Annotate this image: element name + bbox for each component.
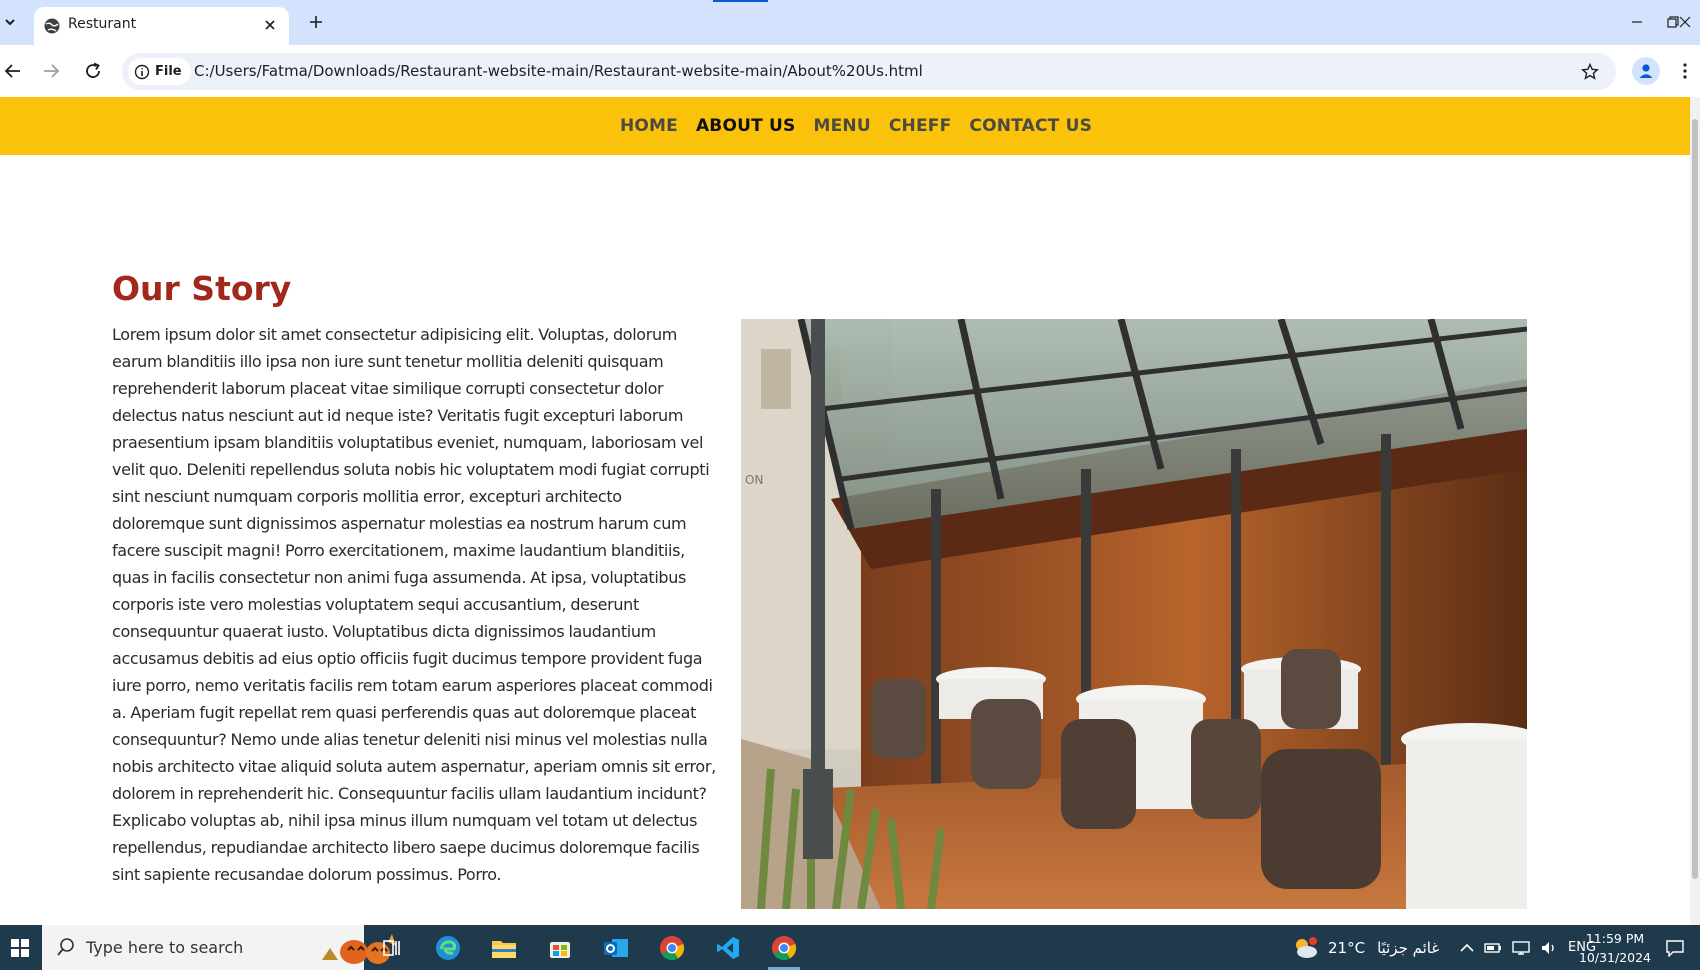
taskbar-chrome-active[interactable]	[760, 925, 808, 970]
person-icon	[1639, 64, 1653, 78]
tab-strip: Resturant	[0, 0, 1700, 45]
store-icon	[550, 941, 570, 958]
clock-time: 11:59 PM	[1585, 931, 1645, 946]
browser-toolbar: File C:/Users/Fatma/Downloads/Restaurant…	[0, 45, 1700, 97]
site-navbar: HOME ABOUT US MENU CHEFF CONTACT US	[0, 97, 1690, 155]
url-text[interactable]: C:/Users/Fatma/Downloads/Restaurant-webs…	[194, 62, 923, 80]
new-tab-button[interactable]	[305, 11, 327, 33]
address-bar[interactable]: File C:/Users/Fatma/Downloads/Restaurant…	[122, 53, 1616, 90]
arrow-left-icon	[4, 64, 20, 78]
chrome-icon	[772, 935, 797, 960]
arrow-right-icon	[44, 64, 60, 78]
taskbar-edge[interactable]	[424, 925, 472, 970]
search-icon	[57, 938, 74, 956]
nav-menu[interactable]: MENU	[814, 116, 871, 136]
scrollbar-thumb[interactable]	[1692, 119, 1698, 879]
outlook-icon	[604, 938, 628, 957]
vscode-icon	[717, 936, 739, 959]
close-icon	[265, 20, 275, 30]
nav-about-us[interactable]: ABOUT US	[696, 116, 796, 136]
story-title: Our Story	[112, 269, 292, 308]
browser-menu-button[interactable]	[1675, 59, 1695, 83]
task-view-icon	[383, 939, 400, 956]
minimize-button[interactable]	[1624, 9, 1650, 35]
taskbar-clock[interactable]: 11:59 PM 10/31/2024	[1575, 929, 1655, 967]
browser-tab-active[interactable]: Resturant	[34, 7, 289, 45]
restaurant-photo: ON	[741, 319, 1527, 909]
weather-description: غائم جزئيًا	[1377, 938, 1440, 957]
taskbar-store[interactable]	[536, 925, 584, 970]
plus-icon	[310, 16, 322, 28]
reload-button[interactable]	[80, 58, 106, 84]
chevron-down-icon	[5, 19, 15, 26]
start-button[interactable]	[0, 925, 40, 970]
globe-icon	[44, 18, 60, 34]
close-icon	[1679, 16, 1691, 28]
edge-icon	[436, 935, 460, 960]
taskbar-vscode[interactable]	[704, 925, 752, 970]
bookmark-button[interactable]	[1578, 60, 1602, 84]
page-scrollbar[interactable]	[1690, 97, 1700, 925]
folder-icon	[492, 940, 516, 958]
star-icon	[1581, 63, 1599, 80]
svg-text:ON: ON	[745, 473, 763, 487]
forward-button[interactable]	[38, 58, 64, 84]
windows-icon	[11, 938, 29, 957]
taskbar-chrome[interactable]	[648, 925, 696, 970]
minimize-icon	[1632, 21, 1642, 23]
tab-title: Resturant	[68, 16, 137, 32]
window-close-button[interactable]	[1672, 9, 1698, 35]
tab-strip-indicator	[713, 0, 768, 2]
taskbar-search-box[interactable]: Type here to search	[42, 925, 396, 970]
site-info-label: File	[155, 64, 182, 79]
back-button[interactable]	[0, 58, 26, 84]
site-info-chip[interactable]: File	[128, 58, 191, 85]
weather-widget[interactable]: 21°C غائم جزئيًا	[1292, 925, 1439, 970]
notification-center-button[interactable]	[1665, 925, 1685, 970]
tab-search-dropdown-button[interactable]	[0, 10, 20, 34]
reload-icon	[86, 62, 100, 78]
nav-cheff[interactable]: CHEFF	[889, 116, 952, 136]
more-vertical-icon	[1683, 63, 1687, 79]
info-icon	[134, 64, 150, 79]
windows-taskbar: Type here to search 21°C غائم جزئيًا ENG…	[0, 925, 1700, 970]
profile-button[interactable]	[1632, 57, 1660, 85]
battery-icon[interactable]	[1484, 942, 1502, 954]
chevron-up-icon[interactable]	[1460, 943, 1474, 953]
taskbar-outlook[interactable]	[592, 925, 640, 970]
task-view-button[interactable]	[368, 925, 416, 970]
volume-icon[interactable]	[1540, 940, 1558, 956]
page-viewport: HOME ABOUT US MENU CHEFF CONTACT US Our …	[0, 97, 1690, 925]
taskbar-file-explorer[interactable]	[480, 925, 528, 970]
weather-temperature: 21°C	[1328, 938, 1366, 957]
notification-icon	[1666, 939, 1684, 957]
search-placeholder: Type here to search	[86, 938, 244, 957]
chrome-icon	[660, 935, 685, 960]
network-icon[interactable]	[1512, 940, 1530, 956]
tab-close-button[interactable]	[261, 16, 279, 34]
nav-contact-us[interactable]: CONTACT US	[969, 116, 1092, 136]
clock-date: 10/31/2024	[1578, 950, 1652, 965]
nav-home[interactable]: HOME	[620, 116, 678, 136]
weather-cloud-icon	[1296, 936, 1317, 958]
story-paragraph: Lorem ipsum dolor sit amet consectetur a…	[112, 325, 716, 884]
